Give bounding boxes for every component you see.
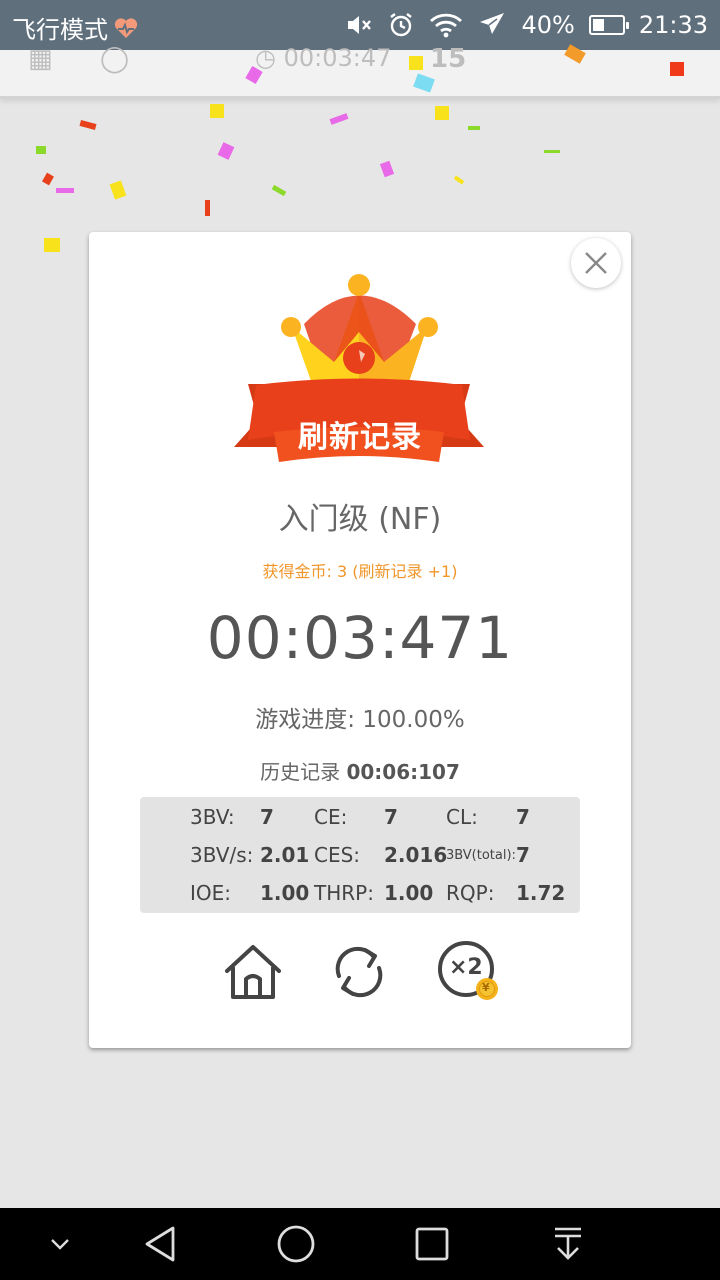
mute-icon — [345, 12, 373, 38]
stat-value: 7 — [260, 805, 274, 829]
stat-value: 2.016 — [384, 843, 448, 867]
airplane-mode-label: 飞行模式 — [12, 16, 108, 44]
navigation-bar — [0, 1208, 720, 1280]
stat-label: CL: — [446, 805, 478, 829]
stat-label: 3BV: — [190, 805, 235, 829]
home-button[interactable] — [221, 940, 285, 1004]
pull-down-icon — [555, 1227, 581, 1260]
recents-square-icon — [415, 1227, 449, 1261]
stat-label: RQP: — [446, 881, 495, 905]
header-timer: ◷ 00:03:47 — [255, 44, 392, 72]
notification-pull-button[interactable] — [548, 1224, 588, 1264]
home-circle-icon — [277, 1225, 315, 1263]
home-nav-button[interactable] — [276, 1224, 316, 1264]
coins-earned: 获得金币: 3 (刷新记录 +1) — [262, 562, 458, 581]
stat-label: THRP: — [314, 881, 374, 905]
game-header-background: ▦ ◯ ◷ 00:03:47 15 — [0, 44, 720, 99]
result-dialog: 刷新记录 入门级 (NF) 获得金币: 3 (刷新记录 +1) 00:03:47… — [89, 232, 631, 1048]
stat-label: CES: — [314, 843, 361, 867]
progress-label: 游戏进度: — [255, 707, 356, 733]
battery-icon — [588, 15, 629, 35]
stat-value: 1.00 — [260, 881, 310, 905]
back-triangle-icon — [145, 1226, 175, 1262]
stats-panel: 3BV: 7 CE: 7 CL: 7 3BV/s: 2.01 CES: 2.01… — [140, 797, 580, 913]
finish-time: 00:03:471 — [206, 604, 514, 672]
airplane-icon — [477, 10, 507, 40]
stat-label: 3BV/s: — [190, 843, 254, 867]
home-icon — [225, 945, 281, 999]
recents-button[interactable] — [412, 1224, 452, 1264]
banner-title: 刷新记录 — [298, 420, 422, 455]
clock: 21:33 — [638, 11, 708, 39]
heart-icon — [114, 17, 138, 39]
alarm-icon — [387, 11, 415, 39]
history-label: 历史记录 — [260, 760, 341, 784]
close-icon — [585, 252, 607, 274]
stat-value: 1.72 — [516, 881, 566, 905]
face-icon: ◯ — [100, 44, 130, 74]
stat-value: 7 — [384, 805, 398, 829]
menu-icon: ▦ — [28, 44, 53, 74]
history-value: 00:06:107 — [346, 760, 460, 784]
stat-value: 2.01 — [260, 843, 310, 867]
stat-value: 7 — [516, 805, 530, 829]
progress-value: 100.00% — [362, 707, 465, 733]
battery-percent: 40% — [521, 11, 575, 39]
collapse-button[interactable] — [40, 1224, 80, 1264]
stat-value: 1.00 — [384, 881, 434, 905]
wifi-icon — [429, 12, 463, 38]
restart-icon — [335, 946, 383, 998]
back-button[interactable] — [140, 1224, 180, 1264]
status-bar: 飞行模式 40% 21:33 — [0, 0, 720, 50]
double-label: ×2 — [449, 955, 483, 980]
stat-label: IOE: — [190, 881, 232, 905]
stat-label: CE: — [314, 805, 348, 829]
best-record: 历史记录 00:06:107 — [89, 756, 631, 785]
header-count: 15 — [430, 44, 467, 74]
difficulty-level: 入门级 (NF) — [278, 502, 442, 537]
stat-value: 7 — [516, 843, 530, 867]
close-button[interactable] — [571, 238, 621, 288]
game-progress: 游戏进度: 100.00% — [89, 700, 631, 734]
chevron-down-icon — [51, 1239, 69, 1250]
restart-button[interactable] — [327, 940, 391, 1004]
double-coins-button[interactable]: ×2 ¥ — [435, 940, 505, 1004]
stat-label: 3BV(total): — [446, 848, 516, 863]
coin-symbol: ¥ — [482, 981, 490, 994]
